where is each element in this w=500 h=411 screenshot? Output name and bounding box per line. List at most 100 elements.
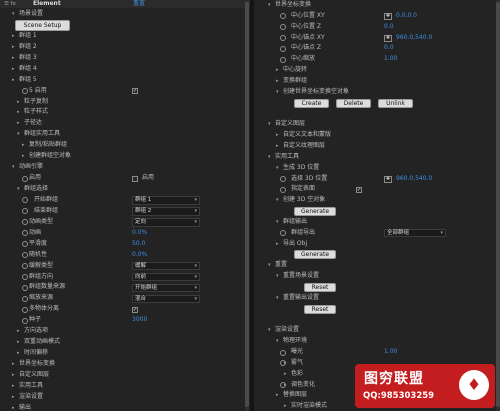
- property-label[interactable]: 自定义图层: [275, 119, 305, 130]
- crosshair-icon[interactable]: ✚: [384, 12, 392, 20]
- crosshair-icon[interactable]: ✚: [384, 175, 392, 183]
- property-label[interactable]: 导出 Obj: [283, 239, 307, 250]
- disclosure-collapsed-icon[interactable]: ▸: [276, 65, 279, 76]
- property-label[interactable]: 双重动画模式: [24, 337, 60, 348]
- action-button[interactable]: Generate: [294, 207, 336, 217]
- property-label[interactable]: 群组 1: [19, 31, 37, 42]
- property-label[interactable]: 群组 2: [19, 42, 37, 53]
- left-scrollbar-thumb[interactable]: [245, 2, 249, 407]
- left-scrollbar[interactable]: [245, 0, 249, 411]
- disclosure-collapsed-icon[interactable]: ▸: [12, 381, 15, 392]
- stopwatch-icon[interactable]: [280, 382, 286, 389]
- property-label[interactable]: 渲染设置: [275, 325, 299, 336]
- stopwatch-icon[interactable]: [22, 274, 28, 280]
- stopwatch-icon[interactable]: [280, 45, 286, 52]
- property-label[interactable]: 群组输出: [283, 217, 307, 228]
- property-label[interactable]: 自定义文本和蒙版: [283, 130, 331, 141]
- property-label[interactable]: 创建群组空对象: [29, 151, 71, 162]
- property-label[interactable]: 群组 3: [19, 53, 37, 64]
- property-label[interactable]: 色彩: [291, 369, 303, 380]
- stopwatch-icon[interactable]: [280, 176, 286, 182]
- property-label[interactable]: 自定义纹理图层: [283, 141, 325, 152]
- stopwatch-icon[interactable]: [22, 284, 28, 291]
- stopwatch-icon[interactable]: [280, 230, 286, 237]
- dropdown-select[interactable]: 群组 2: [132, 207, 200, 216]
- action-button[interactable]: Create: [294, 98, 329, 108]
- disclosure-expanded-icon[interactable]: ▾: [17, 184, 20, 195]
- property-label[interactable]: 世界坐标变换: [19, 359, 55, 370]
- disclosure-expanded-icon[interactable]: ▾: [268, 119, 271, 130]
- property-label[interactable]: 创建 3D 空对象: [283, 195, 325, 206]
- property-label[interactable]: 群组 4: [19, 64, 37, 75]
- stopwatch-icon[interactable]: [22, 263, 28, 270]
- property-value[interactable]: 3000: [132, 315, 147, 326]
- disclosure-collapsed-icon[interactable]: ▸: [276, 76, 279, 87]
- checkbox[interactable]: ✓: [132, 88, 138, 95]
- disclosure-collapsed-icon[interactable]: ▸: [284, 401, 287, 411]
- disclosure-expanded-icon[interactable]: ▾: [276, 87, 279, 98]
- stopwatch-icon[interactable]: [280, 24, 286, 31]
- disclosure-expanded-icon[interactable]: ▾: [276, 336, 279, 347]
- property-label[interactable]: 重置输出设置: [283, 293, 319, 304]
- property-label[interactable]: 实用工具: [275, 152, 299, 163]
- disclosure-expanded-icon[interactable]: ▾: [268, 325, 271, 336]
- property-label[interactable]: 粒子复制: [24, 97, 48, 108]
- property-label[interactable]: 世界坐标变换: [275, 0, 311, 11]
- property-value[interactable]: 0.0%: [132, 250, 147, 261]
- property-label[interactable]: 方向选项: [24, 326, 48, 337]
- property-label[interactable]: 雾气: [291, 358, 303, 369]
- disclosure-collapsed-icon[interactable]: ▸: [276, 141, 279, 152]
- disclosure-collapsed-icon[interactable]: ▸: [22, 151, 25, 162]
- action-button[interactable]: Reset: [304, 304, 336, 314]
- property-label[interactable]: 中心旋转: [283, 65, 307, 76]
- stopwatch-icon[interactable]: [22, 208, 28, 215]
- disclosure-expanded-icon[interactable]: ▾: [268, 152, 271, 163]
- stopwatch-icon[interactable]: [22, 230, 28, 237]
- right-scrollbar[interactable]: [496, 0, 500, 411]
- checkbox[interactable]: [132, 175, 138, 182]
- disclosure-expanded-icon[interactable]: ▾: [12, 162, 15, 173]
- dropdown-select[interactable]: 混合: [132, 294, 200, 304]
- checkbox[interactable]: ✓: [356, 186, 362, 193]
- disclosure-collapsed-icon[interactable]: ▸: [12, 31, 15, 42]
- disclosure-collapsed-icon[interactable]: ▸: [17, 97, 20, 108]
- disclosure-collapsed-icon[interactable]: ▸: [17, 107, 20, 118]
- property-label[interactable]: 群组实用工具: [24, 129, 60, 140]
- disclosure-collapsed-icon[interactable]: ▸: [17, 118, 20, 129]
- position-value[interactable]: 0.0,0.0: [396, 11, 417, 22]
- property-value[interactable]: 0.0: [384, 22, 394, 33]
- disclosure-collapsed-icon[interactable]: ▸: [17, 337, 20, 348]
- stopwatch-icon[interactable]: [280, 186, 286, 193]
- disclosure-expanded-icon[interactable]: ▾: [276, 217, 279, 228]
- dropdown-select[interactable]: 缓解: [132, 261, 200, 271]
- property-value[interactable]: 1.00: [384, 347, 397, 358]
- stopwatch-icon[interactable]: [22, 219, 28, 226]
- stopwatch-icon[interactable]: [22, 88, 28, 95]
- disclosure-collapsed-icon[interactable]: ▸: [276, 390, 279, 401]
- dropdown-select[interactable]: 定向: [132, 218, 200, 227]
- disclosure-expanded-icon[interactable]: ▾: [268, 260, 271, 271]
- stopwatch-icon[interactable]: [280, 349, 286, 356]
- disclosure-collapsed-icon[interactable]: ▸: [22, 140, 25, 151]
- fx-icon[interactable]: ☰ fx: [4, 0, 16, 8]
- position-value[interactable]: 960.0,540.0: [396, 33, 432, 44]
- property-value[interactable]: 50.0: [132, 239, 145, 250]
- right-scrollbar-thumb[interactable]: [496, 2, 500, 407]
- disclosure-expanded-icon[interactable]: ▾: [268, 0, 271, 11]
- disclosure-expanded-icon[interactable]: ▾: [276, 195, 279, 206]
- disclosure-collapsed-icon[interactable]: ▸: [12, 392, 15, 403]
- property-label[interactable]: 自定义图层: [19, 370, 49, 381]
- action-button[interactable]: Reset: [304, 282, 336, 292]
- stopwatch-icon[interactable]: [280, 13, 286, 20]
- dropdown-select[interactable]: 全部群组: [384, 228, 446, 238]
- property-label[interactable]: 变换群组: [283, 76, 307, 87]
- disclosure-expanded-icon[interactable]: ▾: [276, 271, 279, 282]
- disclosure-collapsed-icon[interactable]: ▸: [12, 75, 15, 86]
- action-button[interactable]: Generate: [294, 250, 336, 260]
- disclosure-collapsed-icon[interactable]: ▸: [17, 348, 20, 359]
- property-value[interactable]: 0.0: [384, 43, 394, 54]
- stopwatch-icon[interactable]: [22, 241, 28, 248]
- property-label[interactable]: 创建世界坐标变换空对象: [283, 87, 349, 98]
- stopwatch-icon[interactable]: [280, 35, 286, 42]
- stopwatch-icon[interactable]: [22, 175, 28, 182]
